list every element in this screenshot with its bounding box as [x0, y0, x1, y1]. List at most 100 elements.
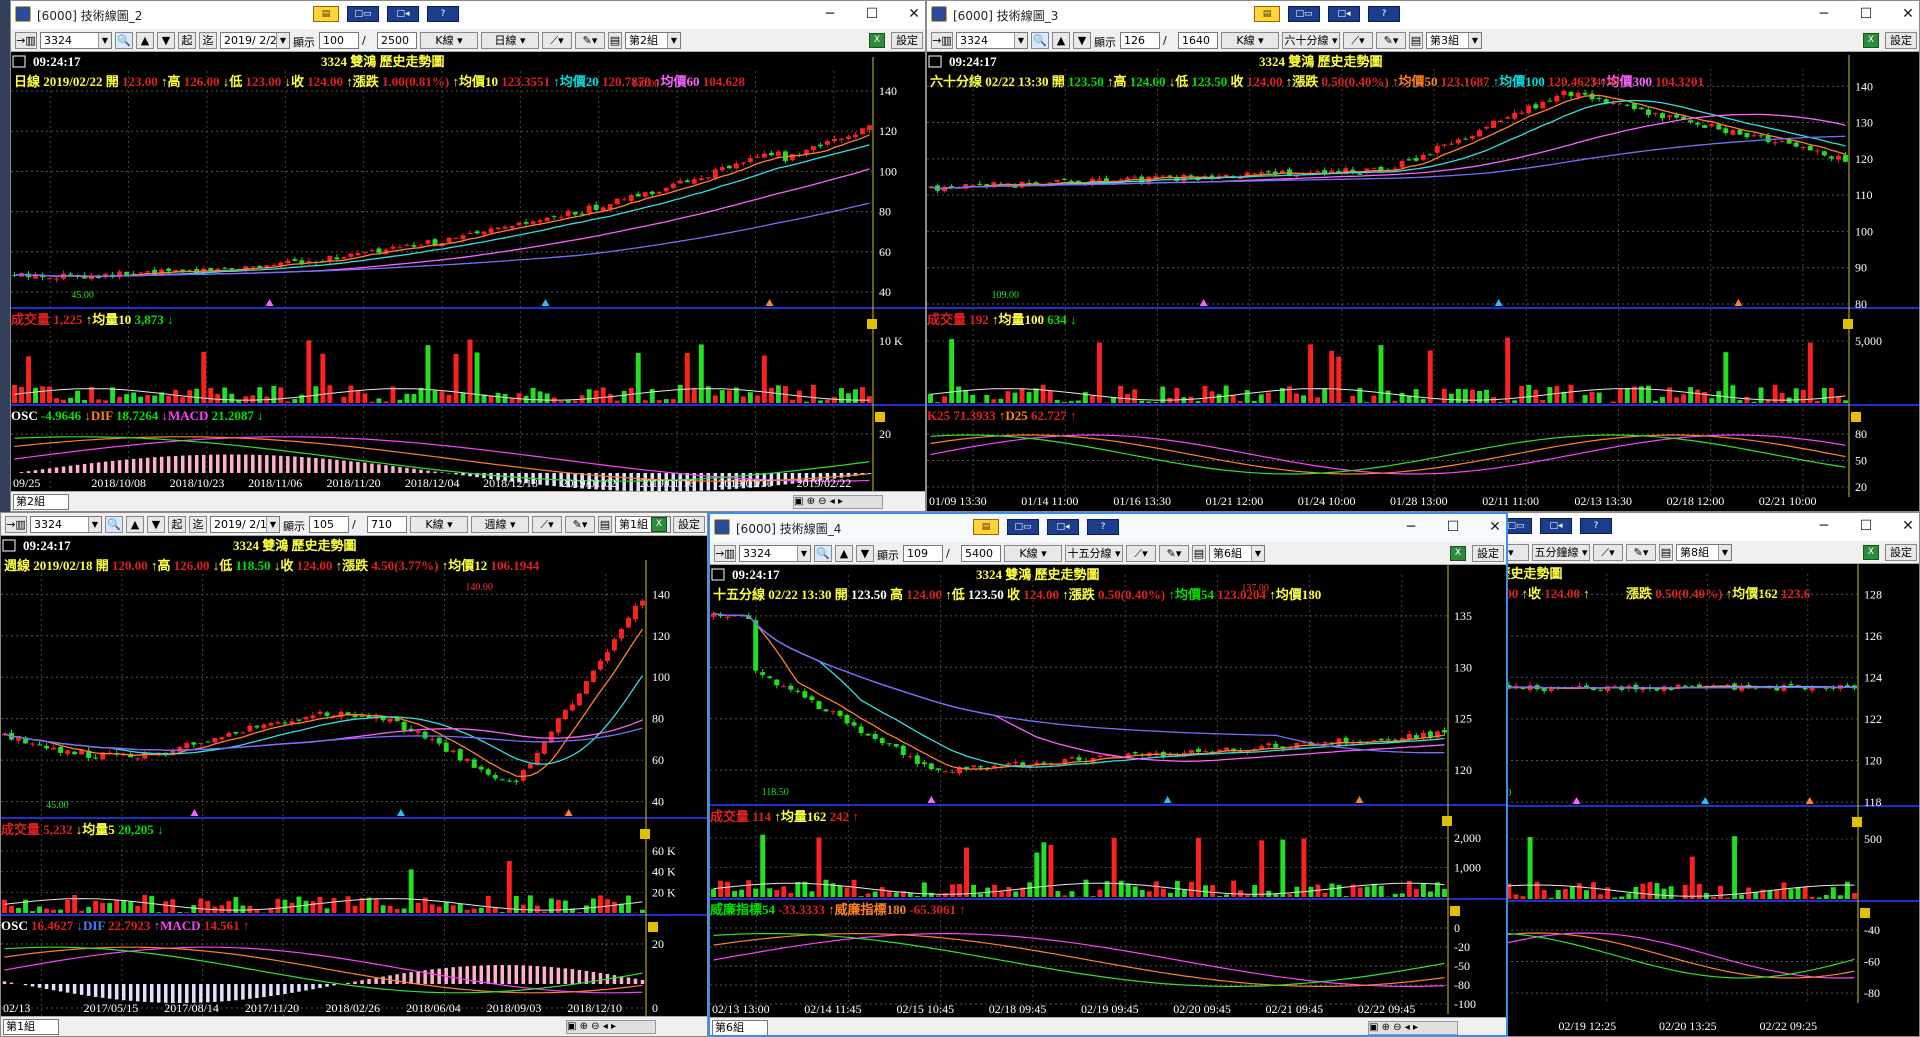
excel-icon[interactable]: X — [651, 517, 667, 532]
dropdown-arrow-icon[interactable]: ▼ — [1718, 545, 1731, 560]
total-count-input[interactable]: 1640 — [1178, 32, 1218, 49]
help-icon[interactable]: ? — [1087, 519, 1119, 535]
layout-icon[interactable]: ▤ — [313, 6, 339, 22]
stock-code-select[interactable]: 3324 ▼ — [40, 32, 112, 49]
title-bar[interactable]: ▤□▭□◂?─☐✕ — [1456, 513, 1919, 541]
bottom-group-select[interactable]: 第2組 — [13, 494, 69, 510]
help-icon[interactable]: ? — [1580, 518, 1612, 534]
prev-stock-icon[interactable]: ▲ — [1052, 32, 1070, 49]
start-button[interactable]: 起 — [168, 516, 186, 533]
title-bar[interactable]: [6000] 技術線圖_3 ▤ □▭ □◂? ─ ☐ ✕ — [927, 1, 1919, 29]
collapse-pane-icon[interactable] — [875, 412, 885, 422]
dropdown-arrow-icon[interactable]: ▼ — [797, 546, 810, 561]
period-dropdown[interactable]: 六十分線 ▾ — [1282, 32, 1340, 49]
prev-stock-icon[interactable]: ▲ — [136, 32, 154, 49]
chart-window-w2[interactable]: [6000] 技術線圖_2 ▤ □▭ □◂? ─ ☐ ✕ →▥ 3324 ▼ 🔍 ▲ ▼ 起迄 2019/ … — [10, 0, 926, 512]
draw-line-icon[interactable]: ⟋▾ — [542, 32, 572, 49]
next-stock-icon[interactable]: ▼ — [856, 545, 874, 562]
next-stock-icon[interactable]: ▼ — [157, 32, 175, 49]
end-button[interactable]: 迄 — [199, 32, 217, 49]
settings-button[interactable]: 設定 — [673, 516, 705, 533]
period-dropdown[interactable]: 十五分線 ▾ — [1065, 545, 1123, 562]
chart-area[interactable]: 09:24:17 3324 雙鴻 歷史走勢圖日線 2019/02/22 開 123… — [11, 52, 925, 491]
chart-window-w8[interactable]: ▤□▭□◂?─☐✕▼K線 ▾五分鐘線 ▾⟋▾✎▾▤第8組▼設定X24 雙鴻 歷史… — [1455, 512, 1920, 1037]
maximize-button[interactable]: ☐ — [857, 4, 887, 24]
maximize-button[interactable]: ☐ — [1851, 4, 1881, 24]
settings-button[interactable]: 設定 — [891, 32, 923, 49]
search-icon[interactable]: 🔍 — [105, 516, 123, 533]
help-icon[interactable]: ? — [1368, 6, 1400, 22]
chart-area[interactable]: 09:24:17 3324 雙鴻 歷史走勢圖十五分線 02/22 13:30 開 … — [710, 565, 1506, 1017]
grid-icon[interactable]: ▤ — [598, 516, 612, 533]
search-icon[interactable]: 🔍 — [115, 32, 133, 49]
minimize-button[interactable]: ─ — [1809, 4, 1839, 24]
show-count-input[interactable]: 126 — [1120, 32, 1160, 49]
dropdown-arrow-icon[interactable]: ▼ — [1468, 33, 1481, 48]
stock-code-select[interactable]: 3324 ▼ — [30, 516, 102, 533]
pen-icon[interactable]: ✎▾ — [1159, 545, 1189, 562]
chart-window-w3[interactable]: [6000] 技術線圖_3 ▤ □▭ □◂? ─ ☐ ✕ →▥ 3324 ▼ 🔍 ▲ ▼ 顯示 126/16… — [926, 0, 1920, 512]
ktype-dropdown[interactable]: K線 ▾ — [410, 516, 468, 533]
dropdown-arrow-icon[interactable]: ▼ — [1251, 546, 1264, 561]
collapse-pane-icon[interactable] — [1851, 412, 1861, 422]
show-count-input[interactable]: 105 — [309, 516, 349, 533]
window-list-icon[interactable]: □▭ — [347, 6, 379, 22]
title-bar[interactable]: [6000] 技術線圖_2 ▤ □▭ □◂? ─ ☐ ✕ — [11, 1, 925, 29]
show-count-input[interactable]: 109 — [903, 545, 943, 562]
title-bar[interactable]: [6000] 技術線圖_4 ▤ □▭ □◂? ─ ☐ ✕ — [710, 514, 1506, 542]
date-select[interactable]: 2019/ 2/22 ▼ — [220, 32, 290, 49]
dropdown-arrow-icon[interactable]: ▼ — [266, 517, 279, 532]
collapse-pane-icon[interactable] — [1843, 319, 1853, 329]
link-group-icon[interactable]: →▥ — [714, 545, 736, 562]
group-select[interactable]: 第6組 ▼ — [1209, 545, 1265, 562]
draw-line-icon[interactable]: ⟋▾ — [532, 516, 562, 533]
link-group-icon[interactable]: →▥ — [5, 516, 27, 533]
ktype-dropdown[interactable]: K線 ▾ — [1004, 545, 1062, 562]
close-button[interactable]: ✕ — [899, 4, 925, 24]
prev-stock-icon[interactable]: ▲ — [835, 545, 853, 562]
window-list-icon[interactable]: □▭ — [1007, 519, 1039, 535]
collapse-pane-icon[interactable] — [1442, 816, 1452, 826]
maximize-button[interactable]: ☐ — [1851, 516, 1881, 536]
collapse-pane-icon[interactable] — [1860, 908, 1870, 918]
draw-line-icon[interactable]: ⟋▾ — [1343, 32, 1373, 49]
collapse-pane-icon[interactable] — [1450, 906, 1460, 916]
stock-code-select[interactable]: 3324 ▼ — [739, 545, 811, 562]
draw-line-icon[interactable]: ⟋▾ — [1593, 544, 1623, 561]
zoom-controls[interactable]: ▣ ⊕ ⊖ ◂ ▸ — [793, 495, 883, 509]
link-icon[interactable]: □◂ — [387, 6, 419, 22]
zoom-controls[interactable]: ▣ ⊕ ⊖ ◂ ▸ — [566, 1020, 656, 1034]
chart-area[interactable]: 09:24:17 3324 雙鴻 歷史走勢圖週線 2019/02/18 開 120… — [1, 536, 707, 1016]
close-button[interactable]: ✕ — [1480, 517, 1506, 537]
link-group-icon[interactable]: →▥ — [15, 32, 37, 49]
chart-area[interactable]: 24 雙鴻 歷史走勢圖02 低 124.00 ↑收 124.00 ↑漲跌 0.5… — [1456, 564, 1919, 1036]
grid-icon[interactable]: ▤ — [1409, 32, 1423, 49]
excel-icon[interactable]: X — [1863, 33, 1879, 48]
settings-button[interactable]: 設定 — [1472, 545, 1504, 562]
link-icon[interactable]: □◂ — [1047, 519, 1079, 535]
dropdown-arrow-icon[interactable]: ▼ — [98, 33, 111, 48]
ktype-dropdown[interactable]: K線 ▾ — [1221, 32, 1279, 49]
chart-area[interactable]: 09:24:17 3324 雙鴻 歷史走勢圖六十分線 02/22 13:30 開 … — [927, 52, 1919, 511]
bottom-group-select[interactable]: 第1組 — [3, 1019, 59, 1035]
collapse-pane-icon[interactable] — [640, 829, 650, 839]
bottom-group-select[interactable]: 第6組 — [712, 1020, 768, 1035]
total-count-input[interactable]: 2500 — [377, 32, 417, 49]
link-icon[interactable]: □◂ — [1540, 518, 1572, 534]
end-button[interactable]: 迄 — [189, 516, 207, 533]
total-count-input[interactable]: 5400 — [961, 545, 1001, 562]
collapse-pane-icon[interactable] — [648, 922, 658, 932]
dropdown-arrow-icon[interactable]: ▼ — [88, 517, 101, 532]
settings-button[interactable]: 設定 — [1885, 544, 1917, 561]
start-button[interactable]: 起 — [178, 32, 196, 49]
prev-stock-icon[interactable]: ▲ — [126, 516, 144, 533]
maximize-button[interactable]: ☐ — [1438, 517, 1468, 537]
group-select[interactable]: 第8組 ▼ — [1676, 544, 1732, 561]
stock-code-select[interactable]: 3324 ▼ — [956, 32, 1028, 49]
close-button[interactable]: ✕ — [1893, 516, 1919, 536]
chart-window-w4[interactable]: [6000] 技術線圖_4 ▤ □▭ □◂? ─ ☐ ✕ →▥ 3324 ▼ 🔍 ▲ ▼ 顯示 109/54… — [708, 512, 1508, 1037]
window-list-icon[interactable]: □▭ — [1288, 6, 1320, 22]
group-select[interactable]: 第2組 ▼ — [625, 32, 681, 49]
chart-window-w1[interactable]: →▥ 3324 ▼ 🔍 ▲ ▼ 起迄 2019/ 2/18 ▼ 顯示 105/710 K線 ▾ 週線 ▾… — [0, 512, 708, 1037]
period-dropdown[interactable]: 週線 ▾ — [471, 516, 529, 533]
